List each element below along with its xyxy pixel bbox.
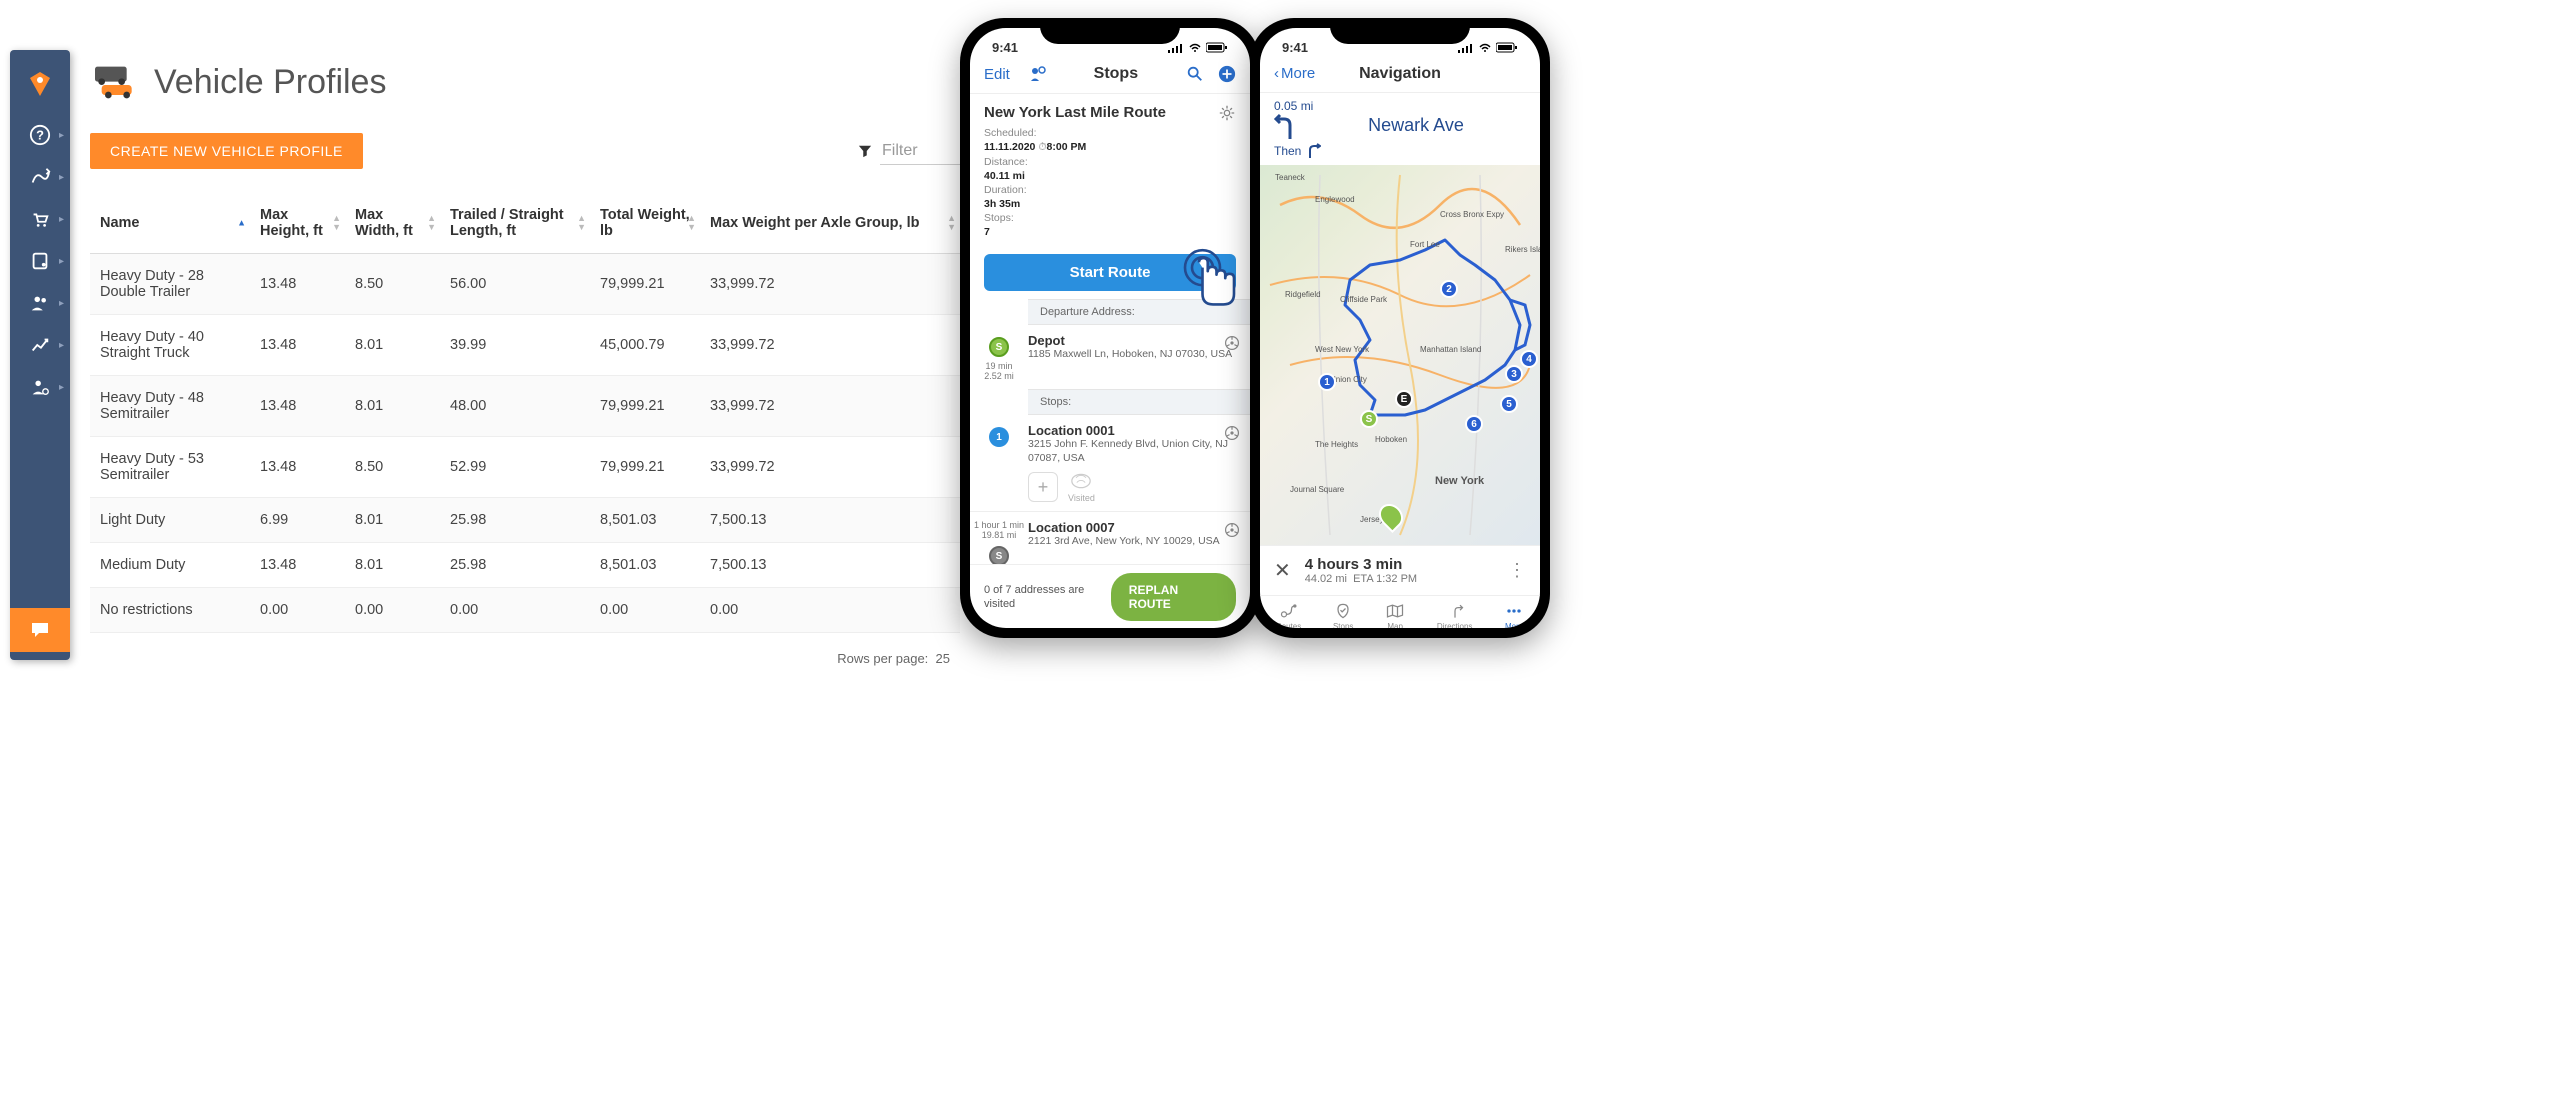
add-note-button[interactable]: + xyxy=(1028,472,1058,502)
stop-2[interactable]: 1 hour 1 min 19.81 mi S Location 0007 21… xyxy=(970,511,1250,564)
table-row[interactable]: Heavy Duty - 53 Semitrailer13.488.5052.9… xyxy=(90,437,960,498)
table-row[interactable]: Heavy Duty - 28 Double Trailer13.488.505… xyxy=(90,254,960,315)
battery-icon xyxy=(1496,42,1518,53)
nav-more[interactable]: More xyxy=(1504,602,1524,628)
nav-directions[interactable]: Directions xyxy=(1437,602,1473,628)
address-count: 0 of 7 addresses are visited xyxy=(984,583,1111,612)
app-logo xyxy=(10,58,70,114)
phone-navigation: 9:41 ‹ More Navigation 0.05 mi Newark Av… xyxy=(1250,18,1550,638)
stop-depot[interactable]: S 19 min 2.52 mi Depot 1185 Maxwell Ln, … xyxy=(970,325,1250,389)
trip-duration: 4 hours 3 min xyxy=(1305,556,1417,573)
back-button[interactable]: ‹ More xyxy=(1274,65,1315,82)
svg-text:?: ? xyxy=(36,128,44,143)
table-row[interactable]: Heavy Duty - 48 Semitrailer13.488.0148.0… xyxy=(90,376,960,437)
edit-button[interactable]: Edit xyxy=(984,66,1010,83)
col-width[interactable]: Max Width, ft▲▼ xyxy=(345,193,440,254)
phone-mockups: 9:41 Edit Stops New York Last Mile Ro xyxy=(960,18,1550,638)
nav-map[interactable]: Map xyxy=(1385,602,1405,628)
table-row[interactable]: Heavy Duty - 40 Straight Truck13.488.013… xyxy=(90,315,960,376)
vehicle-icon xyxy=(90,60,140,105)
steering-wheel-icon[interactable] xyxy=(1224,522,1240,541)
add-icon[interactable] xyxy=(1218,65,1236,83)
sidebar-team[interactable] xyxy=(10,282,70,324)
sidebar-help[interactable]: ? xyxy=(10,114,70,156)
close-button[interactable]: ✕ xyxy=(1274,558,1291,583)
col-total-weight[interactable]: Total Weight, lb▲▼ xyxy=(590,193,700,254)
steering-wheel-icon[interactable] xyxy=(1224,425,1240,444)
wifi-icon xyxy=(1188,43,1202,53)
turn-left-icon xyxy=(1274,113,1296,141)
vehicle-profiles-table: Name▲ Max Height, ft▲▼ Max Width, ft▲▼ T… xyxy=(90,193,960,633)
stops-section: Stops: xyxy=(1028,389,1250,415)
filter-icon xyxy=(858,144,872,158)
table-footer: Rows per page: 25 xyxy=(90,651,960,666)
col-length[interactable]: Trailed / Straight Length, ft▲▼ xyxy=(440,193,590,254)
main-content: Vehicle Profiles CREATE NEW VEHICLE PROF… xyxy=(90,60,960,666)
sidebar-addressbook[interactable] xyxy=(10,240,70,282)
route-title: New York Last Mile Route xyxy=(984,104,1236,121)
sidebar-chat[interactable] xyxy=(10,608,70,652)
table-row[interactable]: No restrictions0.000.000.000.000.00 xyxy=(90,588,960,633)
screen-title: Stops xyxy=(1094,65,1138,83)
sidebar-routes[interactable] xyxy=(10,156,70,198)
col-height[interactable]: Max Height, ft▲▼ xyxy=(250,193,345,254)
replan-route-button[interactable]: REPLAN ROUTE xyxy=(1111,573,1236,621)
wifi-icon xyxy=(1478,43,1492,53)
nav-stops[interactable]: Stops xyxy=(1333,602,1353,628)
stop-1[interactable]: 1 Location 0001 3215 John F. Kennedy Blv… xyxy=(970,415,1250,511)
col-axle-weight[interactable]: Max Weight per Axle Group, lb▲▼ xyxy=(700,193,960,254)
filter-input[interactable] xyxy=(880,138,960,165)
create-vehicle-profile-button[interactable]: CREATE NEW VEHICLE PROFILE xyxy=(90,133,363,169)
gear-icon[interactable] xyxy=(1218,104,1236,125)
turn-right-icon xyxy=(1307,143,1321,159)
sidebar: ? xyxy=(10,50,70,660)
bottom-nav: Routes Stops Map Directions More xyxy=(1260,595,1540,628)
phone-stops: 9:41 Edit Stops New York Last Mile Ro xyxy=(960,18,1260,638)
screen-title: Navigation xyxy=(1359,65,1441,83)
departure-section: Departure Address: xyxy=(1028,299,1250,325)
col-name[interactable]: Name▲ xyxy=(90,193,250,254)
search-icon[interactable] xyxy=(1186,65,1204,83)
filter-box xyxy=(858,138,960,165)
sidebar-orders[interactable] xyxy=(10,198,70,240)
direction-panel: 0.05 mi Newark Ave Then xyxy=(1260,93,1540,165)
start-route-button[interactable]: Start Route xyxy=(984,254,1236,291)
sidebar-account[interactable] xyxy=(10,366,70,408)
more-button[interactable]: ⋮ xyxy=(1508,560,1526,581)
table-row[interactable]: Medium Duty13.488.0125.988,501.037,500.1… xyxy=(90,543,960,588)
signal-icon xyxy=(1458,43,1474,53)
signal-icon xyxy=(1168,43,1184,53)
table-row[interactable]: Light Duty6.998.0125.988,501.037,500.13 xyxy=(90,498,960,543)
battery-icon xyxy=(1206,42,1228,53)
sidebar-analytics[interactable] xyxy=(10,324,70,366)
person-pin-icon[interactable] xyxy=(1028,65,1046,83)
navigation-map[interactable]: Teaneck Englewood Fort Lee Ridgefield Cl… xyxy=(1260,165,1540,545)
nav-routes[interactable]: Routes xyxy=(1276,602,1301,628)
page-title: Vehicle Profiles xyxy=(154,63,386,102)
steering-wheel-icon[interactable] xyxy=(1224,335,1240,354)
